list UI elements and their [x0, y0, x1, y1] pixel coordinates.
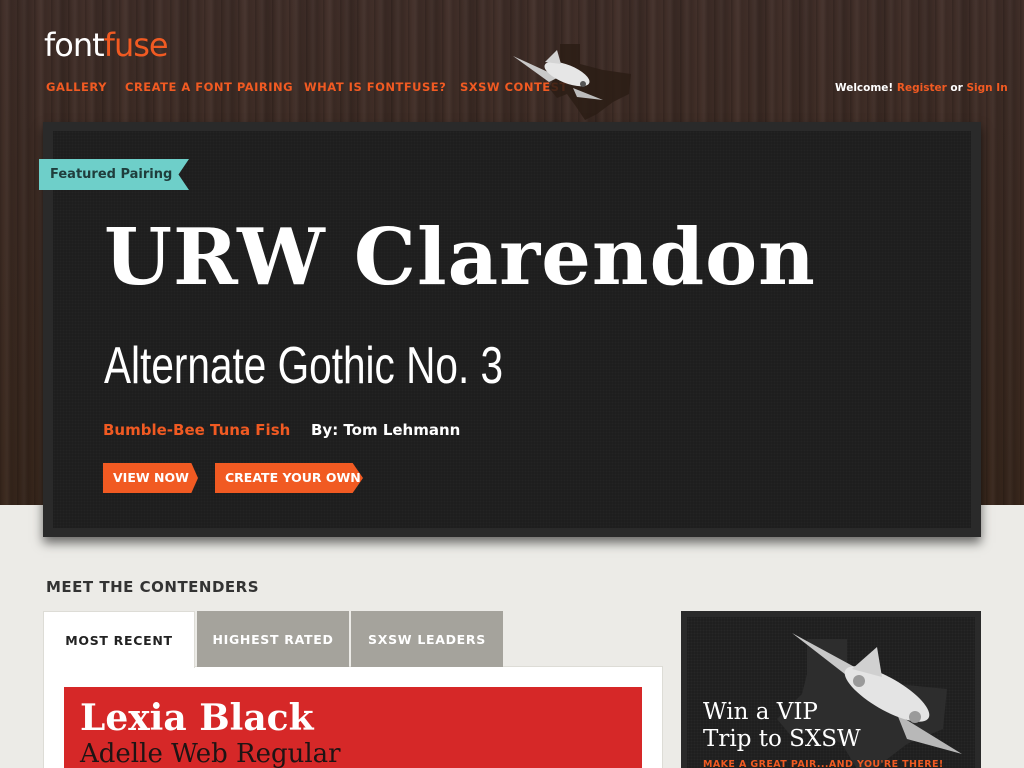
- fontfuse-logo[interactable]: fontfuse: [44, 26, 169, 66]
- card-heading-font: Lexia Black: [80, 697, 314, 739]
- card-body-font: Adelle Web Regular: [80, 739, 341, 768]
- view-now-button[interactable]: VIEW NOW: [103, 463, 198, 493]
- tab-sxsw-leaders[interactable]: SXSW LEADERS: [351, 611, 503, 667]
- nav-what-is-fontfuse[interactable]: WHAT IS FONTFUSE?: [304, 80, 446, 94]
- tab-highest-rated[interactable]: HIGHEST RATED: [197, 611, 349, 667]
- welcome-text: Welcome!: [835, 82, 894, 94]
- featured-heading-font: URW Clarendon: [104, 212, 816, 303]
- pairing-card[interactable]: Lexia Black Adelle Web Regular: [64, 687, 642, 768]
- sign-in-link[interactable]: Sign In: [966, 82, 1007, 94]
- promo-panel: Win a VIP Trip to SXSW MAKE A GREAT PAIR…: [687, 617, 975, 768]
- logo-text-fuse: fuse: [103, 26, 169, 64]
- promo-cta: MAKE A GREAT PAIR...AND YOU'RE THERE!: [703, 759, 944, 768]
- create-your-own-button[interactable]: CREATE YOUR OWN: [215, 463, 363, 493]
- featured-pairing-name[interactable]: Bumble-Bee Tuna Fish: [103, 421, 290, 439]
- featured-body-font: Alternate Gothic No. 3: [104, 337, 504, 395]
- airplane-illustration: [513, 44, 631, 120]
- welcome-bar: Welcome! Register or Sign In: [835, 82, 1008, 94]
- promo-title: Win a VIP Trip to SXSW: [703, 699, 861, 752]
- nav-gallery[interactable]: GALLERY: [46, 80, 107, 94]
- featured-ribbon: Featured Pairing: [39, 159, 189, 190]
- contenders-title: MEET THE CONTENDERS: [46, 578, 260, 596]
- texas-map-outline: [549, 44, 631, 120]
- nav-create-pairing[interactable]: CREATE A FONT PAIRING: [125, 80, 293, 94]
- register-link[interactable]: Register: [897, 82, 947, 94]
- welcome-or: or: [950, 82, 963, 94]
- tab-most-recent[interactable]: MOST RECENT: [43, 611, 195, 668]
- featured-author: By: Tom Lehmann: [311, 421, 461, 439]
- logo-text-font: font: [44, 26, 105, 64]
- sxsw-promo[interactable]: Win a VIP Trip to SXSW MAKE A GREAT PAIR…: [681, 611, 981, 768]
